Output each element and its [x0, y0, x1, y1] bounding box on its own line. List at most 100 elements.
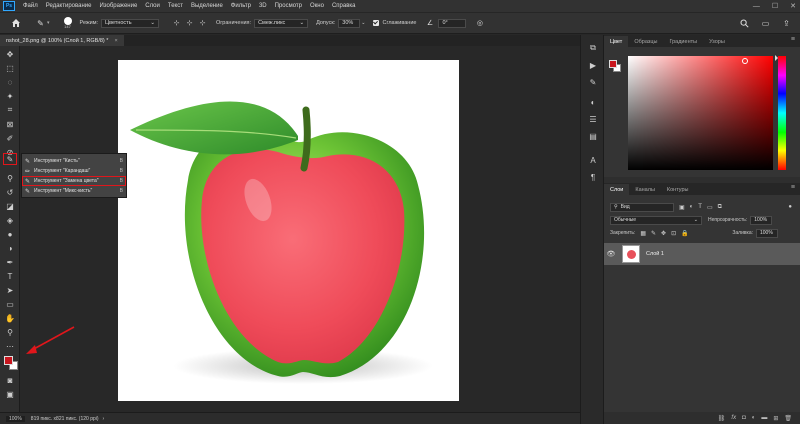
libraries-icon[interactable]: ▤: [588, 131, 598, 141]
layer-name[interactable]: Слой 1: [646, 251, 664, 257]
paint-bucket-tool-icon[interactable]: ◈: [3, 214, 17, 226]
canvas-area[interactable]: [21, 46, 580, 412]
filter-toggle-icon[interactable]: ●: [788, 204, 792, 210]
clone-stamp-tool-icon[interactable]: ⚲: [3, 172, 17, 184]
brush-settings-icon[interactable]: ✎: [588, 77, 598, 87]
home-button[interactable]: [10, 18, 21, 29]
maximize-button[interactable]: ☐: [772, 2, 778, 10]
layer-filter-select[interactable]: ⚲ Вид: [610, 202, 674, 212]
eye-icon[interactable]: 👁: [604, 250, 618, 258]
menu-type[interactable]: Текст: [164, 3, 187, 9]
search-icon[interactable]: [739, 18, 750, 29]
close-tab-icon[interactable]: ×: [114, 38, 117, 44]
eyedropper-tool-icon[interactable]: ✐: [3, 132, 17, 144]
path-select-tool-icon[interactable]: ➤: [3, 284, 17, 296]
menu-file[interactable]: Файл: [19, 3, 42, 9]
actions-icon[interactable]: ▶: [588, 60, 598, 70]
hand-tool-icon[interactable]: ✋: [3, 312, 17, 324]
flyout-item-mixer-brush[interactable]: ✎ Инструмент "Микс-кисть" B: [22, 186, 126, 196]
menu-view[interactable]: Просмотр: [271, 3, 306, 9]
close-window-button[interactable]: ✕: [790, 2, 796, 10]
tab-gradients[interactable]: Градиенты: [663, 36, 703, 47]
sampling-once-icon[interactable]: ⊹: [184, 18, 195, 29]
tool-preset-picker[interactable]: ✎ ▾: [35, 18, 49, 29]
chevron-down-icon[interactable]: ⌄: [361, 20, 365, 26]
pen-tool-icon[interactable]: ✒: [3, 256, 17, 268]
filter-adjustment-icon[interactable]: ◐: [690, 204, 694, 210]
zoom-tool-icon[interactable]: ⚲: [3, 326, 17, 338]
quick-mask-icon[interactable]: ◙: [3, 374, 17, 386]
blur-tool-icon[interactable]: ●: [3, 228, 17, 240]
layer-style-icon[interactable]: fx: [731, 415, 736, 421]
color-picker-cursor[interactable]: [742, 58, 748, 64]
menu-select[interactable]: Выделение: [187, 3, 227, 9]
adjustments-icon[interactable]: ◐: [588, 97, 598, 107]
opacity-input[interactable]: 100%: [750, 215, 773, 225]
fill-input[interactable]: 100%: [756, 228, 778, 238]
color-picker-field[interactable]: [628, 56, 773, 170]
lock-pixels-icon[interactable]: ▦: [640, 230, 646, 237]
history-brush-tool-icon[interactable]: ↺: [3, 186, 17, 198]
share-icon[interactable]: ⇪: [781, 18, 792, 29]
mode-select[interactable]: Цветность ⌄: [101, 18, 160, 28]
tab-channels[interactable]: Каналы: [629, 184, 661, 195]
tab-swatches[interactable]: Образцы: [628, 36, 663, 47]
properties-icon[interactable]: ☰: [588, 114, 598, 124]
new-layer-icon[interactable]: ⊞: [773, 415, 778, 422]
zoom-level[interactable]: 100%: [6, 415, 25, 422]
filter-shape-icon[interactable]: ▭: [707, 204, 713, 211]
tab-paths[interactable]: Контуры: [661, 184, 695, 195]
foreground-color-swatch[interactable]: [4, 356, 13, 365]
new-adjustment-icon[interactable]: ◐: [752, 415, 756, 421]
workspace-icon[interactable]: ▭: [760, 18, 771, 29]
angle-input[interactable]: 0°: [438, 18, 467, 28]
quick-select-tool-icon[interactable]: ✦: [3, 90, 17, 102]
menu-window[interactable]: Окно: [306, 3, 328, 9]
character-icon[interactable]: A: [588, 155, 598, 165]
screen-mode-icon[interactable]: ▣: [3, 388, 17, 400]
filter-pixel-icon[interactable]: ▣: [679, 204, 685, 211]
menu-3d[interactable]: 3D: [255, 3, 271, 9]
menu-layers[interactable]: Слои: [141, 3, 164, 9]
sampling-background-icon[interactable]: ⊹: [197, 18, 208, 29]
filter-type-icon[interactable]: T: [698, 204, 702, 210]
blend-mode-select[interactable]: Обычные ⌄: [610, 215, 702, 225]
minimize-button[interactable]: —: [753, 3, 760, 10]
tolerance-input[interactable]: 30%: [338, 18, 361, 28]
lock-position-icon[interactable]: ✥: [661, 230, 666, 237]
history-icon[interactable]: ⧉: [588, 43, 598, 53]
brush-tool-icon[interactable]: ✎: [3, 153, 17, 165]
shape-tool-icon[interactable]: ▭: [3, 298, 17, 310]
crop-tool-icon[interactable]: ⌗: [3, 104, 17, 116]
sampling-continuous-icon[interactable]: ⊹: [171, 18, 182, 29]
more-tools-icon[interactable]: ⋯: [3, 340, 17, 352]
limits-select[interactable]: Смеж.пикс ⌄: [254, 18, 309, 28]
flyout-item-pencil[interactable]: ✏ Инструмент "Карандаш" B: [22, 166, 126, 176]
color-panel-foreground[interactable]: [609, 60, 617, 68]
paragraph-icon[interactable]: ¶: [588, 172, 598, 182]
tab-layers[interactable]: Слои: [604, 184, 630, 195]
menu-filter[interactable]: Фильтр: [227, 3, 255, 9]
type-tool-icon[interactable]: T: [3, 270, 17, 282]
lock-artboard-icon[interactable]: ⊡: [671, 230, 676, 237]
frame-tool-icon[interactable]: ⊠: [3, 118, 17, 130]
layer-row[interactable]: 👁 Слой 1: [604, 243, 800, 265]
lasso-tool-icon[interactable]: ◌: [3, 76, 17, 88]
tab-patterns[interactable]: Узоры: [703, 36, 731, 47]
hue-slider[interactable]: [778, 56, 786, 170]
dodge-tool-icon[interactable]: ◑: [3, 242, 17, 254]
flyout-item-brush[interactable]: ✎ Инструмент "Кисть" B: [22, 156, 126, 166]
chevron-right-icon[interactable]: ›: [103, 416, 105, 422]
document-tab[interactable]: nshot_28.png @ 100% (Слой 1, RGB/8) * ×: [0, 35, 124, 46]
marquee-tool-icon[interactable]: ⬚: [3, 62, 17, 74]
delete-layer-icon[interactable]: 🗑: [784, 415, 792, 422]
new-group-icon[interactable]: ▬: [761, 415, 767, 421]
eraser-tool-icon[interactable]: ◪: [3, 200, 17, 212]
pressure-size-icon[interactable]: ◎: [474, 18, 485, 29]
menu-edit[interactable]: Редактирование: [42, 3, 96, 9]
menu-image[interactable]: Изображение: [95, 3, 141, 9]
lock-all-icon[interactable]: 🔒: [681, 230, 688, 237]
lock-image-icon[interactable]: ✎: [651, 230, 656, 237]
document-canvas[interactable]: [118, 60, 459, 401]
menu-help[interactable]: Справка: [328, 3, 360, 9]
